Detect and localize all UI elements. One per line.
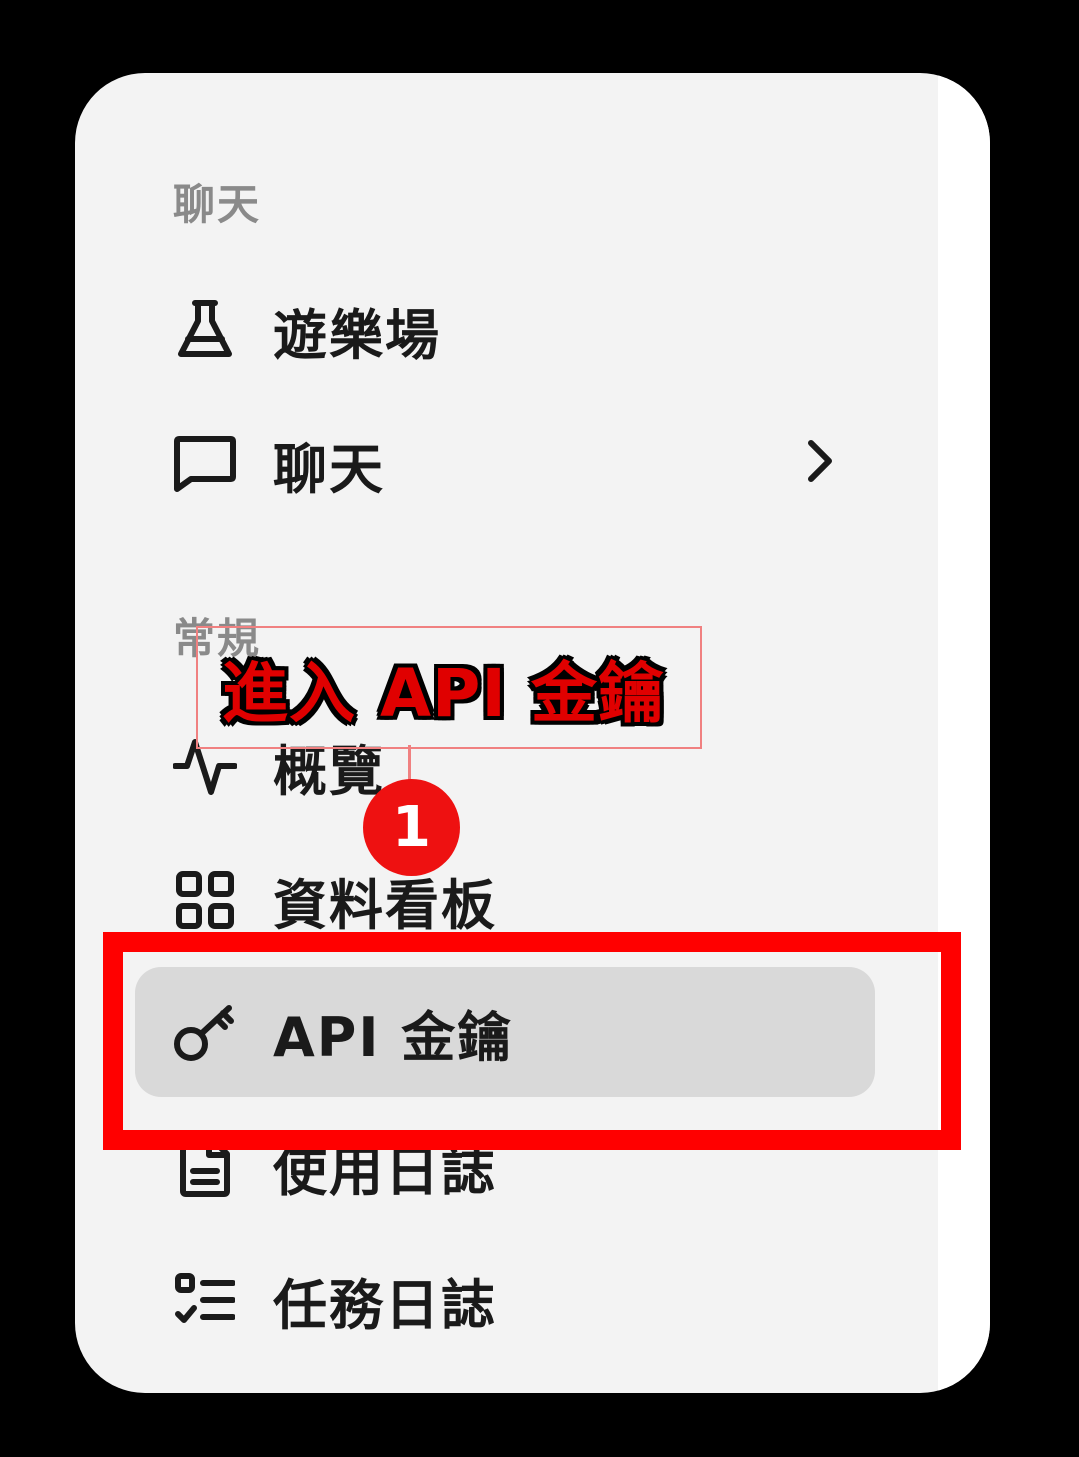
sidebar-item-label: 聊天 [273, 437, 385, 501]
sidebar-item-usage-logs[interactable]: 使用日誌 [135, 1101, 875, 1231]
sidebar-item-label: 使用日誌 [273, 1139, 497, 1203]
sidebar-item-chat[interactable]: 聊天 [135, 399, 875, 529]
sidebar-item-label: 任務日誌 [273, 1273, 497, 1337]
dashboard-icon [173, 868, 237, 932]
flask-icon [173, 298, 237, 362]
sidebar-item-dashboard[interactable]: 資料看板 [135, 835, 875, 965]
sidebar-item-label: 概覽 [273, 739, 385, 803]
key-icon [173, 1000, 237, 1064]
sidebar-item-label: 資料看板 [273, 873, 497, 937]
document-icon [173, 1134, 237, 1198]
chat-bubble-icon [173, 432, 237, 496]
sidebar-item-task-logs[interactable]: 任務日誌 [135, 1235, 875, 1365]
sidebar-item-playground[interactable]: 遊樂場 [135, 265, 875, 395]
sidebar-item-label: 遊樂場 [273, 303, 441, 367]
chevron-right-icon [805, 437, 835, 489]
step-badge: 1 [363, 779, 460, 876]
activity-icon [173, 734, 237, 798]
sidebar-item-label: API 金鑰 [273, 1005, 514, 1069]
callout-text: 進入 API 金鑰 [222, 655, 665, 732]
sidebar-item-api-keys[interactable]: API 金鑰 [135, 967, 875, 1097]
section-label-chat: 聊天 [173, 180, 262, 229]
panel-right-edge [938, 73, 990, 1393]
task-list-icon [173, 1268, 237, 1332]
